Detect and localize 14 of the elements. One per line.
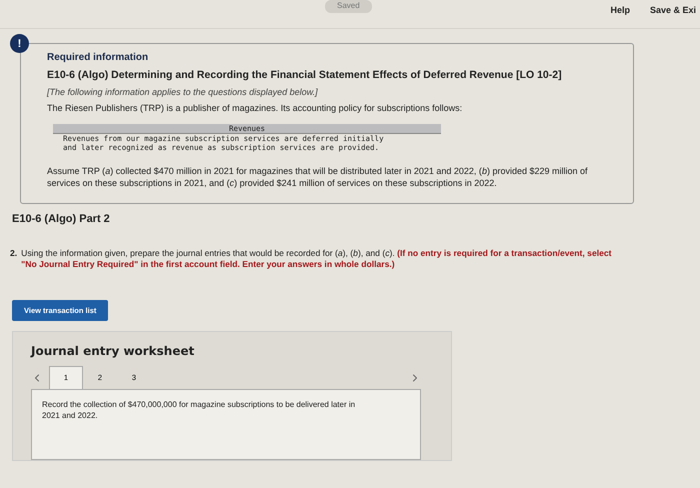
top-link[interactable]: Help xyxy=(610,5,630,15)
worksheet-title: Journal entry worksheet xyxy=(31,344,196,358)
alert-badge: ! xyxy=(10,34,29,53)
info-heading: Required information xyxy=(47,52,150,63)
saved-status: Saved xyxy=(325,0,372,13)
part-title: E10-6 (Algo) Part 2 xyxy=(12,212,111,225)
question-text: Using the information given, prepare the journal entries that would be recorded for (a), (b), and (c). (If no entry is required for a transaction/event, select "No Journal Entry Required" in the first account field. Enter your answers in whole dollars.) xyxy=(21,248,613,270)
info-note: [The following information applies to the questions displayed below.] xyxy=(47,87,319,97)
entry-instruction: Record the collection of $470,000,000 for magazine subscriptions to be delivered later in 2021 and 2022. xyxy=(42,400,356,422)
exercise-title: E10-6 (Algo) Determining and Recording the Financial Statement Effects of Deferred Revenue [LO 10-2] xyxy=(47,69,563,81)
top-link[interactable]: Save & Exi xyxy=(650,5,696,15)
intro-text: The Riesen Publishers (TRP) is a publisher of magazines. Its accounting policy for subscriptions follows: xyxy=(47,103,464,114)
question-number: 2. xyxy=(10,248,18,260)
assumption-text: Assume TRP (a) collected $470 million in 2021 for magazines that will be distributed later in 2021 and 2022, (b) provided $229 million of services on these subscriptions in 2021, and (c) provided $241 million of services on these subscriptions in 2022. xyxy=(47,166,589,189)
